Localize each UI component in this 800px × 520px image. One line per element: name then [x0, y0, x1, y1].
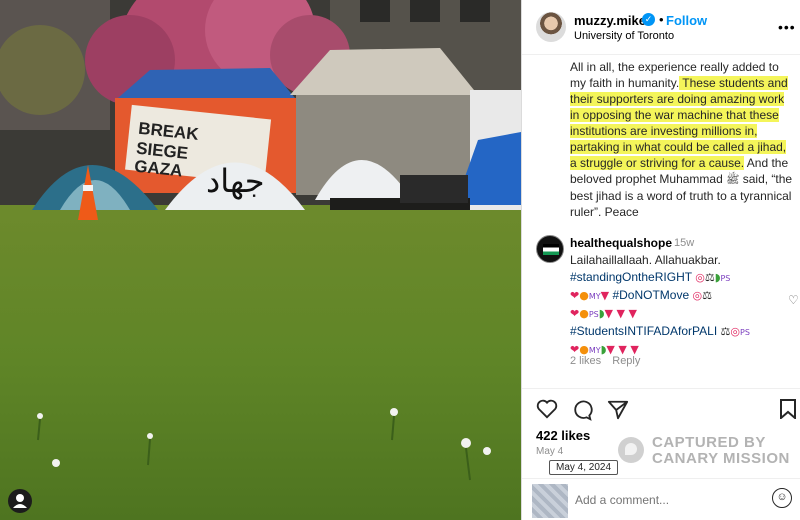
post-location[interactable]: University of Toronto: [574, 30, 674, 42]
add-comment-bar: ☺: [522, 478, 800, 520]
post-photo[interactable]: BREAK SIEGE GAZA جهاد: [0, 0, 521, 520]
emoji-sequence: ❤●PS◗▼ ▼ ▼: [570, 307, 637, 320]
emoji-sequence: ◎⚖: [692, 289, 712, 302]
encampment-photo: BREAK SIEGE GAZA جهاد: [0, 0, 521, 520]
watermark-line: CANARY MISSION: [652, 450, 790, 467]
date-tooltip: May 4, 2024: [549, 460, 619, 475]
author-avatar[interactable]: [536, 12, 566, 42]
watermark: CAPTURED BY CANARY MISSION: [618, 434, 798, 468]
emoji-picker-smiley-icon[interactable]: ☺: [772, 488, 792, 508]
emoji-sequence: ❤●MY▼: [570, 289, 610, 302]
watermark-line: CAPTURED BY: [652, 434, 766, 451]
emoji-sequence: ◎⚖◗PS: [695, 271, 731, 284]
hashtag-link[interactable]: #StudentsINTIFADAforPALI: [570, 324, 717, 338]
svg-text:جهاد: جهاد: [206, 162, 265, 200]
caption-honorific: ﷺ: [726, 173, 740, 186]
comment-timestamp: 15w: [674, 237, 695, 249]
canary-logo-icon: [618, 437, 644, 463]
post-header: muzzy.mike ✓ • Follow University of Toro…: [522, 0, 800, 55]
post-caption: All in all, the experience really added …: [570, 59, 796, 220]
comment-line: #StudentsINTIFADAforPALI ⚖◎PS: [570, 323, 776, 341]
like-heart-icon[interactable]: [536, 399, 558, 423]
post-actions: [522, 388, 800, 428]
viewer-avatar: [532, 484, 568, 518]
more-options-icon[interactable]: •••: [778, 19, 796, 35]
comment-like-heart-icon[interactable]: ♡: [788, 293, 799, 307]
follow-button[interactable]: Follow: [666, 13, 707, 28]
share-paper-plane-icon[interactable]: [607, 399, 629, 425]
hashtag-link[interactable]: #standingOntheRIGHT: [570, 270, 692, 284]
comment-meta: 2 likes Reply: [570, 355, 648, 367]
separator-dot: •: [659, 12, 664, 27]
hashtag-link[interactable]: #DoNOTMove: [612, 288, 689, 302]
reply-button[interactable]: Reply: [612, 355, 640, 367]
comment-likes[interactable]: 2 likes: [570, 355, 601, 367]
commenter-username[interactable]: healthequalshope: [570, 236, 672, 250]
flag-icon: [543, 244, 559, 255]
tag-user-icon[interactable]: [8, 489, 32, 513]
comment-bubble-icon[interactable]: [571, 399, 593, 425]
likes-count[interactable]: 422 likes: [536, 428, 590, 443]
comment-line: #standingOntheRIGHT ◎⚖◗PS: [570, 269, 776, 287]
verified-badge-icon: ✓: [642, 13, 655, 26]
save-bookmark-icon[interactable]: [780, 399, 796, 423]
comment-line: Lailahaillallaah. Allahuakbar.: [570, 253, 721, 267]
comment-line: ❤●MY▼ #DoNOTMove ◎⚖: [570, 287, 776, 305]
post-side-panel: muzzy.mike ✓ • Follow University of Toro…: [521, 0, 800, 520]
post-date[interactable]: May 4: [536, 446, 563, 457]
commenter-avatar[interactable]: [536, 235, 564, 263]
emoji-sequence: ⚖◎PS: [720, 325, 750, 338]
comment-line: ❤●PS◗▼ ▼ ▼: [570, 305, 776, 323]
author-username[interactable]: muzzy.mike: [574, 13, 646, 28]
comment-text: Lailahaillallaah. Allahuakbar. #standing…: [570, 252, 776, 359]
add-comment-input[interactable]: [575, 491, 765, 509]
